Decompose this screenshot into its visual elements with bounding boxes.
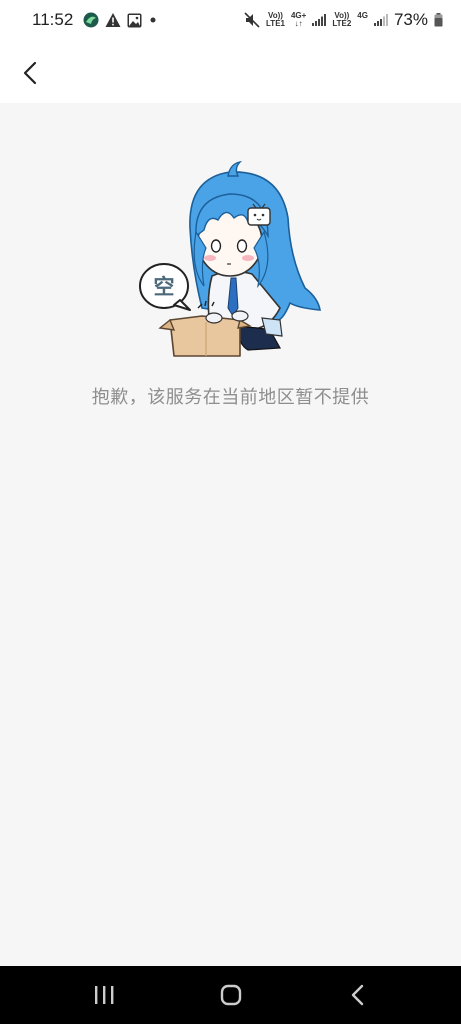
recents-icon	[94, 986, 113, 1004]
mute-icon	[244, 12, 260, 28]
network2-type: 4G	[357, 11, 368, 20]
warning-icon	[105, 12, 121, 28]
bubble-text: 空	[154, 275, 175, 299]
back-icon	[351, 984, 363, 1006]
empty-state-message: 抱歉，该服务在当前地区暂不提供	[91, 387, 370, 408]
network2-label: Vo)) LTE2	[332, 12, 351, 28]
status-right: Vo)) LTE1 4G+ ↓↑ Vo)) LTE2 4G 73%	[244, 10, 443, 30]
notification-dot-icon	[148, 15, 158, 25]
network1-type-wrap: 4G+ ↓↑	[291, 12, 306, 28]
app-icon	[83, 12, 99, 28]
empty-state-illustration: 空	[139, 160, 321, 357]
system-nav-bar	[0, 966, 461, 1024]
network2-bottom: LTE2	[332, 19, 352, 28]
image-icon	[127, 13, 142, 28]
status-left: 11:52	[32, 10, 158, 30]
chevron-left-icon	[23, 61, 37, 85]
battery-icon	[434, 13, 443, 27]
recents-button[interactable]	[79, 975, 129, 1015]
battery-percent: 73%	[393, 10, 428, 29]
empty-state: 空 抱歉，该服务在当前地区暂不提供	[0, 103, 461, 966]
system-back-button[interactable]	[333, 975, 383, 1015]
home-icon	[220, 984, 241, 1006]
data-arrows-icon: ↓↑	[294, 19, 303, 28]
home-button[interactable]	[206, 975, 256, 1015]
status-time: 11:52	[32, 10, 74, 29]
back-button[interactable]	[14, 56, 48, 90]
status-bar: 11:52 Vo)) LTE1 4G+ ↓↑ Vo)) LTE2 4G 73%	[0, 0, 461, 40]
network1-label: Vo)) LTE1	[266, 12, 285, 28]
signal-icon	[373, 14, 388, 26]
cardboard-box	[158, 315, 252, 357]
network1-bottom: LTE1	[266, 19, 285, 28]
app-header	[0, 40, 461, 103]
speech-bubble: 空	[139, 263, 191, 311]
signal-icon	[312, 14, 327, 26]
